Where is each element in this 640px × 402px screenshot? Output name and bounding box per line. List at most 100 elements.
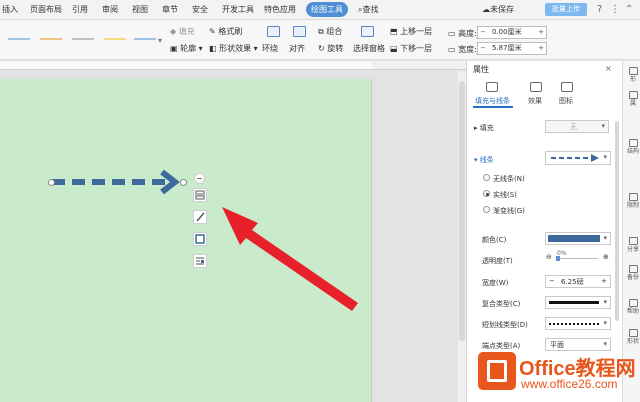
line-style-5[interactable] — [134, 38, 156, 40]
height-decrease-button[interactable]: − — [480, 27, 486, 38]
height-value: 0.00厘米 — [492, 28, 522, 36]
width-increase-button[interactable]: + — [538, 43, 544, 54]
format-painter-label: 格式刷 — [218, 27, 243, 36]
tab-effect[interactable]: 效果 — [528, 96, 542, 106]
wrap-button[interactable]: 环绕 — [262, 43, 278, 54]
sidebar-item-shape[interactable]: 形 — [625, 67, 640, 83]
transparency-slider-thumb[interactable] — [556, 256, 560, 261]
layout-glyph-icon — [195, 190, 205, 200]
group-button[interactable]: ⧉ 组合 — [318, 26, 342, 37]
line-style-select[interactable]: ▾ — [545, 151, 611, 165]
transparency-increase-button[interactable]: ⊕ — [603, 253, 609, 261]
sidebar-item-structure[interactable]: 结构 — [625, 139, 640, 155]
width-stepper[interactable]: − 5.87厘米 + — [477, 42, 547, 55]
search-label: 查找 — [362, 5, 379, 14]
help-icon[interactable]: ? — [597, 4, 602, 15]
text-wrap-tool-icon[interactable] — [193, 254, 207, 268]
menu-drawing-tools[interactable]: 绘图工具 — [306, 2, 348, 17]
shape-effect-button[interactable]: ◧ 形状效果 ▾ — [209, 43, 258, 54]
horizontal-ruler[interactable] — [0, 61, 466, 70]
more-icon[interactable]: ⋮ — [610, 4, 620, 15]
dashed-arrow-shape[interactable] — [52, 169, 180, 195]
search-menu[interactable]: ⌕查找 — [358, 4, 378, 15]
document-page[interactable]: − — [0, 79, 372, 402]
cap-type-select[interactable]: 平面 ▾ — [545, 338, 611, 351]
compound-type-select[interactable]: ▾ — [545, 296, 611, 309]
office-logo-icon — [478, 352, 516, 390]
menu-developer[interactable]: 开发工具 — [222, 4, 254, 15]
line-width-increase-button[interactable]: + — [601, 277, 607, 285]
line-width-decrease-button[interactable]: − — [549, 277, 555, 285]
tab-icon[interactable]: 图标 — [559, 96, 573, 106]
sidebar-item-share[interactable]: 分享 — [625, 237, 640, 253]
vertical-scrollbar[interactable] — [458, 71, 466, 402]
color-select-arrow-icon: ▾ — [603, 234, 607, 242]
width-label: ▭ 宽度: — [448, 45, 477, 54]
align-button[interactable]: 对齐 — [289, 43, 305, 54]
structure-icon — [628, 139, 638, 147]
unsaved-status[interactable]: ☁未保存 — [482, 4, 514, 15]
wrap-icon — [267, 26, 280, 37]
styles-more-icon[interactable]: ▾ — [158, 36, 162, 45]
pen-glyph-icon — [196, 212, 205, 222]
height-increase-button[interactable]: + — [538, 27, 544, 38]
menu-review[interactable]: 审阅 — [102, 4, 118, 15]
sidebar-item-limit[interactable]: 限制 — [625, 193, 640, 209]
format-painter-button[interactable]: ✎ 格式刷 — [209, 26, 242, 37]
rotate-button[interactable]: ↻ 旋转 — [318, 43, 343, 54]
line-width-stepper[interactable]: − 6.25磅 + — [545, 275, 611, 288]
cap-type-label: 端点类型(A) — [482, 342, 521, 350]
menu-references[interactable]: 引用 — [72, 4, 88, 15]
transparency-decrease-button[interactable]: ⊖ — [546, 253, 552, 261]
layout-option-icon[interactable] — [193, 188, 207, 202]
menu-security[interactable]: 安全 — [192, 4, 208, 15]
outline-button[interactable]: ▣ 轮廓 ▾ — [170, 43, 203, 54]
sidebar-item-property[interactable]: 属 — [625, 91, 640, 107]
upload-button[interactable]: 批量上传 — [545, 3, 587, 16]
shape-icon — [628, 67, 638, 75]
menu-insert[interactable]: 插入 — [2, 4, 18, 15]
sidebar-item-shape-bottom[interactable]: 形状 — [625, 329, 640, 345]
fill-section-toggle[interactable]: ▸ 填充 — [474, 123, 494, 133]
radio-gradient-line[interactable] — [483, 206, 490, 213]
selection-pane-button[interactable]: 选择窗格 — [353, 43, 385, 54]
start-handle[interactable] — [48, 179, 55, 186]
color-select[interactable]: ▾ — [545, 232, 611, 245]
pen-tool-icon[interactable] — [193, 210, 207, 224]
radio-no-line[interactable] — [483, 174, 490, 181]
menu-page-layout[interactable]: 页面布局 — [30, 4, 62, 15]
line-section-toggle[interactable]: ▾ 线条 — [474, 155, 494, 165]
border-tool-icon[interactable] — [193, 232, 207, 246]
transparency-slider[interactable] — [556, 258, 598, 259]
tab-fill-and-line[interactable]: 填充与线条 — [475, 96, 510, 106]
sidebar-item-backup[interactable]: 备份 — [625, 265, 640, 281]
menu-features[interactable]: 特色应用 — [264, 4, 296, 15]
effect-tab-icon — [530, 82, 542, 92]
send-backward-button[interactable]: ⬓ 下移一层 — [390, 43, 432, 54]
ruler-track — [0, 62, 372, 69]
fill-select-arrow-icon: ▾ — [601, 122, 605, 130]
menu-chapter[interactable]: 章节 — [162, 4, 178, 15]
height-stepper[interactable]: − 0.00厘米 + — [477, 26, 547, 39]
end-handle[interactable] — [180, 179, 187, 186]
collapse-float-icon[interactable]: − — [194, 173, 205, 184]
panel-scrollbar[interactable] — [615, 121, 619, 321]
line-style-4[interactable] — [104, 38, 126, 40]
fill-button[interactable]: ◆ 填充 — [170, 26, 195, 37]
line-style-3[interactable] — [72, 38, 94, 40]
radio-solid-line[interactable] — [483, 190, 490, 197]
width-decrease-button[interactable]: − — [480, 43, 486, 54]
collapse-icon[interactable]: ⌃ — [625, 4, 633, 15]
sidebar-item-help[interactable]: 帮助 — [625, 299, 640, 315]
fill-select[interactable]: 无 ▾ — [545, 120, 609, 133]
panel-title: 属性 — [473, 65, 489, 74]
scroll-thumb[interactable] — [459, 81, 465, 341]
menu-view[interactable]: 视图 — [132, 4, 148, 15]
bring-forward-button[interactable]: ⬒ 上移一层 — [390, 26, 432, 37]
panel-close-icon[interactable]: × — [605, 64, 612, 73]
line-style-1[interactable] — [8, 38, 30, 40]
right-sidebar: 形 属 结构 限制 分享 备份 帮助 形状 — [622, 61, 640, 402]
dash-type-select[interactable]: ▾ — [545, 317, 611, 330]
red-pointer-arrow — [222, 207, 358, 311]
line-style-2[interactable] — [40, 38, 62, 40]
